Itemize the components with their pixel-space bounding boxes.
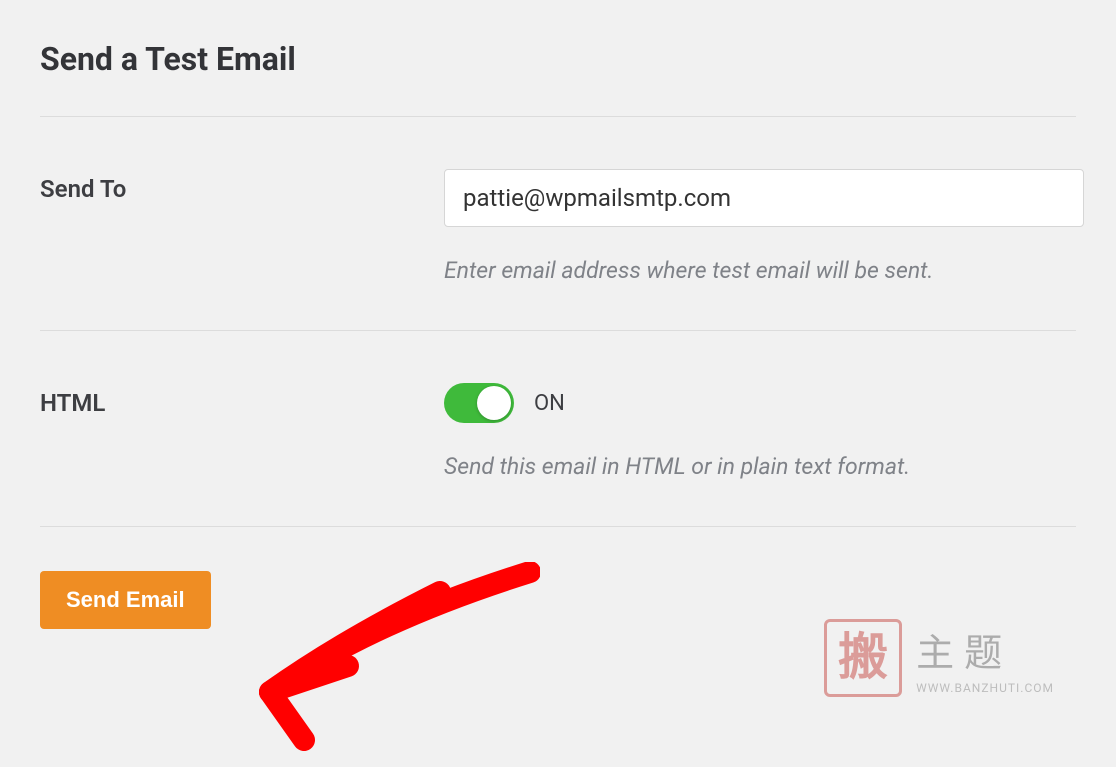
watermark-main: 主题 xyxy=(916,622,1012,677)
html-toggle[interactable] xyxy=(444,383,514,423)
toggle-knob-icon xyxy=(477,386,511,420)
send-to-input[interactable] xyxy=(444,169,1084,227)
html-label: HTML xyxy=(40,383,444,417)
send-email-button[interactable]: Send Email xyxy=(40,571,211,629)
html-help: Send this email in HTML or in plain text… xyxy=(444,453,1076,480)
html-row: HTML ON Send this email in HTML or in pl… xyxy=(40,331,1076,526)
html-toggle-state: ON xyxy=(534,391,565,416)
watermark-sub: WWW.BANZHUTI.COM xyxy=(916,681,1054,695)
send-to-row: Send To Enter email address where test e… xyxy=(40,117,1076,330)
send-to-help: Enter email address where test email wil… xyxy=(444,257,1084,284)
watermark-stamp-icon: 搬 xyxy=(824,619,902,697)
watermark: 搬 主题 WWW.BANZHUTI.COM xyxy=(824,619,1054,697)
send-to-label: Send To xyxy=(40,169,444,203)
page-title: Send a Test Email xyxy=(40,40,1076,78)
